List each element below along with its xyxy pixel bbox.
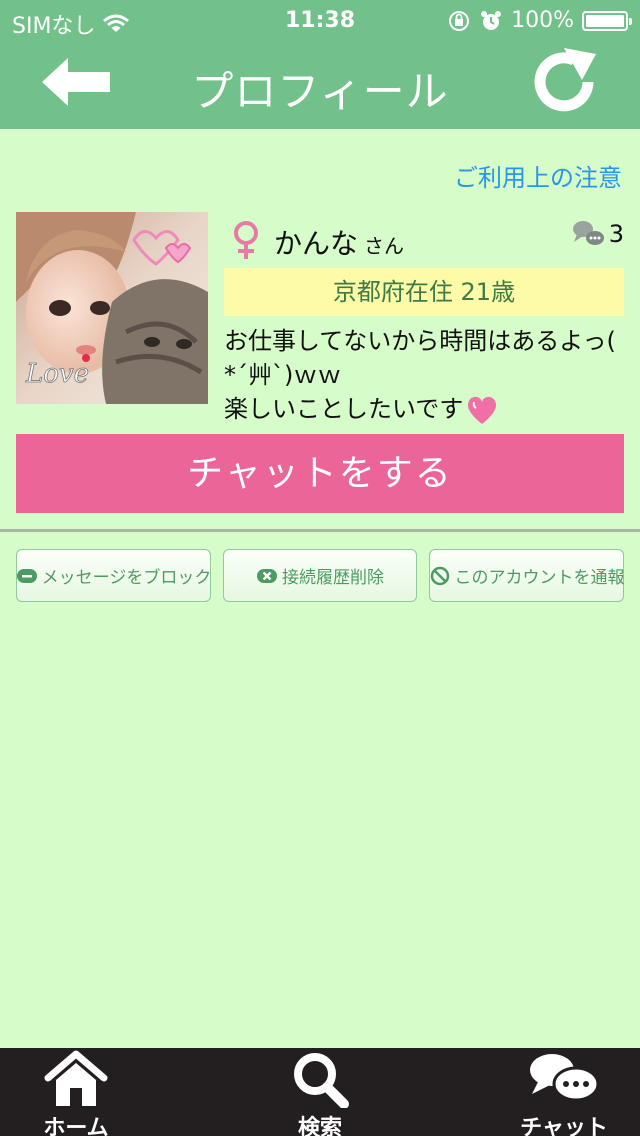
refresh-icon — [534, 48, 596, 112]
search-icon — [294, 1053, 349, 1108]
delete-x-icon — [257, 568, 277, 583]
alarm-icon — [481, 10, 502, 30]
svg-text:Love: Love — [25, 359, 89, 389]
report-account-button[interactable]: このアカウントを通報 — [429, 549, 625, 602]
comment-count: 3 — [571, 218, 624, 250]
tab-chat[interactable]: チャット — [508, 1048, 620, 1136]
minus-circle-icon — [16, 568, 37, 583]
female-symbol-icon — [234, 221, 258, 259]
honorific: さん — [364, 234, 405, 258]
tab-bar: ホーム 検索 チャット — [0, 1048, 640, 1136]
location-age: 京都府在住 21歳 — [224, 268, 624, 316]
tab-home[interactable]: ホーム — [20, 1048, 132, 1136]
sparkling-heart-icon — [468, 396, 497, 424]
delete-history-button[interactable]: 接続履歴削除 — [223, 549, 417, 602]
header: SIMなし 11:38 100% プロフィール — [0, 0, 640, 129]
speech-bubble-icon — [572, 221, 604, 245]
tab-search-label: 検索 — [297, 1116, 342, 1136]
prohibited-icon — [430, 566, 449, 585]
orientation-lock-icon — [449, 10, 470, 31]
block-messages-label: メッセージをブロック — [41, 568, 212, 588]
status-bar: SIMなし 11:38 100% — [0, 0, 640, 40]
refresh-button[interactable] — [526, 44, 602, 120]
profile-name-text: かんな — [274, 227, 359, 260]
profile-bio: お仕事してないから時間はあるよっ( *´艸`)ｗｗ 楽しいことしたいです — [224, 324, 628, 426]
profile-name: かんな さん — [274, 222, 404, 262]
block-messages-button[interactable]: メッセージをブロック — [16, 549, 211, 602]
usage-notice-link[interactable]: ご利用上の注意 — [454, 158, 622, 193]
profile-photo-image: Love — [16, 212, 208, 404]
profile-bio-text: お仕事してないから時間はあるよっ( *´艸`)ｗｗ 楽しいことしたいです — [224, 327, 616, 423]
battery-percent: 100% — [511, 8, 574, 33]
profile-actions: メッセージをブロック 接続履歴削除 このアカウントを通報 — [16, 549, 625, 602]
delete-history-label: 接続履歴削除 — [282, 568, 384, 588]
home-icon — [44, 1050, 108, 1106]
tab-home-label: ホーム — [43, 1116, 109, 1136]
battery-icon — [582, 10, 632, 31]
start-chat-button[interactable]: チャットをする — [16, 434, 624, 513]
tab-chat-label: チャット — [520, 1116, 608, 1136]
report-account-label: このアカウントを通報 — [454, 568, 625, 588]
chat-bubbles-icon — [530, 1054, 600, 1102]
profile-photo[interactable]: Love — [16, 212, 208, 404]
tab-search[interactable]: 検索 — [264, 1048, 376, 1136]
divider — [0, 529, 640, 532]
comment-count-value: 3 — [608, 220, 624, 248]
